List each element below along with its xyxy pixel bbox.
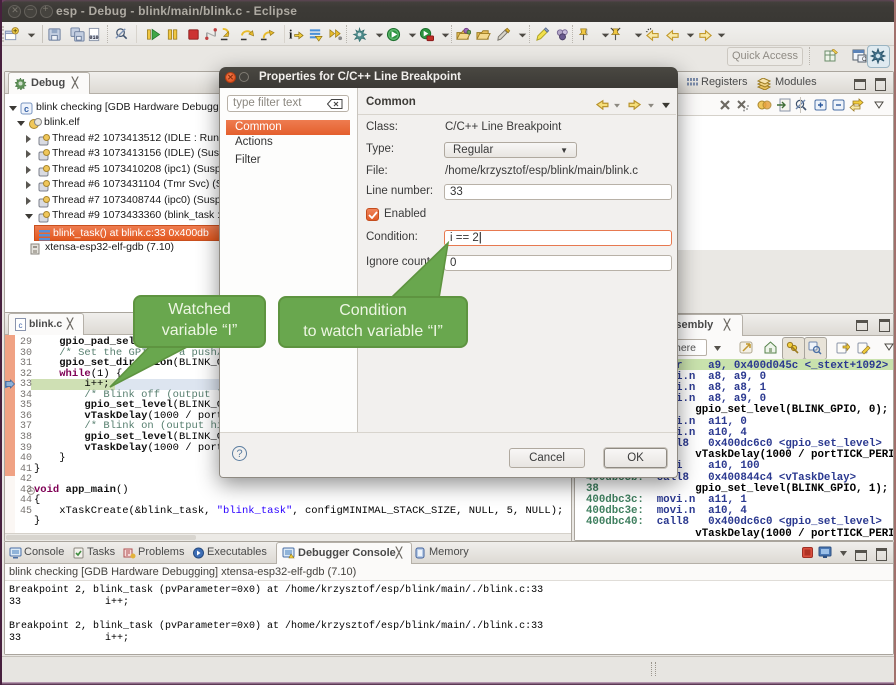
svg-text:c: c (19, 321, 23, 330)
svg-text:010: 010 (89, 35, 98, 41)
svg-text:c: c (24, 104, 29, 114)
svg-text:i: i (289, 28, 293, 42)
